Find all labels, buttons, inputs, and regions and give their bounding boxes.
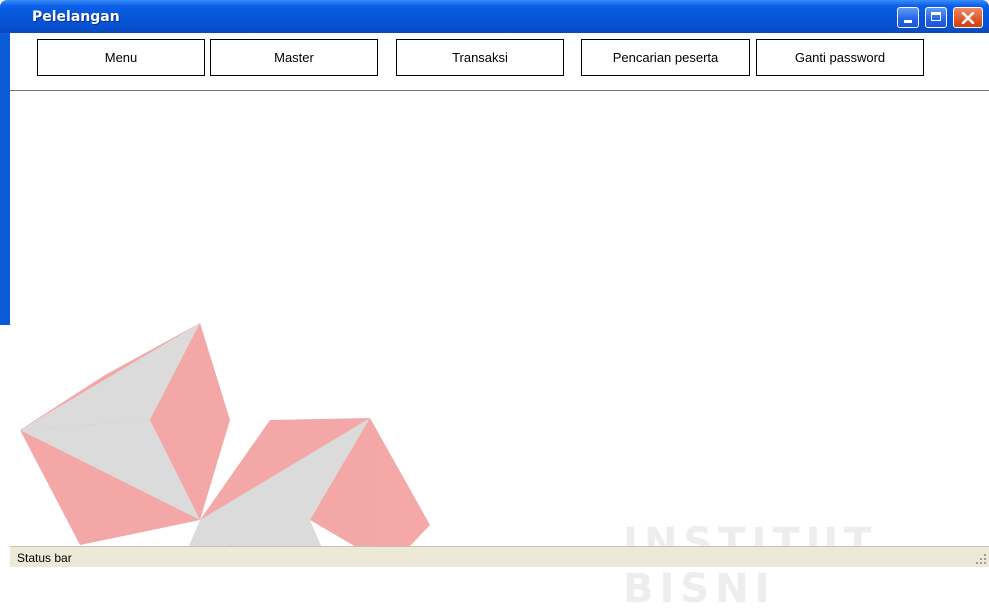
status-bar: Status bar	[10, 546, 989, 567]
maximize-button[interactable]	[925, 7, 947, 28]
window-frame-gap	[0, 325, 10, 567]
title-bar[interactable]: Pelelangan	[0, 0, 989, 33]
resize-grip-icon[interactable]	[975, 553, 987, 565]
status-text: Status bar	[17, 551, 72, 565]
minimize-button[interactable]	[897, 7, 919, 28]
pencarian-peserta-button[interactable]: Pencarian peserta	[581, 39, 750, 76]
main-content-area	[10, 91, 989, 546]
window-title: Pelelangan	[32, 9, 120, 25]
master-button[interactable]: Master	[210, 39, 378, 76]
application-window: Pelelangan Menu Master Transaksi Pencari…	[0, 0, 989, 612]
close-icon	[961, 12, 975, 24]
maximize-icon	[931, 12, 941, 21]
minimize-icon	[904, 20, 912, 23]
menu-button[interactable]: Menu	[37, 39, 205, 76]
menu-toolbar: Menu Master Transaksi Pencarian peserta …	[10, 33, 989, 91]
ganti-password-button[interactable]: Ganti password	[756, 39, 924, 76]
close-button[interactable]	[953, 7, 983, 28]
transaksi-button[interactable]: Transaksi	[396, 39, 564, 76]
